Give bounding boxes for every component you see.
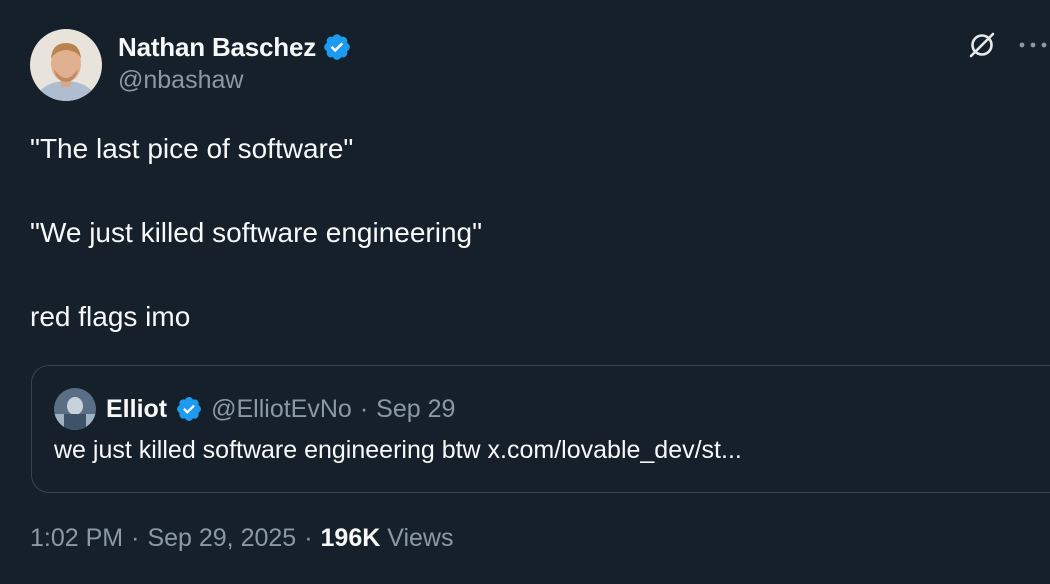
verified-badge-icon xyxy=(322,32,352,62)
tweet-meta-row: 1:02 PM · Sep 29, 2025 · 196K Views xyxy=(30,524,453,553)
tweet-line: "The last pice of software" xyxy=(30,133,354,164)
author-handle[interactable]: @nbashaw xyxy=(118,66,243,95)
meta-separator: · xyxy=(304,524,313,552)
grok-icon[interactable] xyxy=(966,29,998,61)
quote-separator: · xyxy=(359,394,369,423)
quote-author-avatar[interactable] xyxy=(54,388,96,430)
tweet-time[interactable]: 1:02 PM xyxy=(30,524,123,553)
tweet-date[interactable]: Sep 29, 2025 xyxy=(147,524,296,553)
views-label: Views xyxy=(387,524,454,552)
quote-author-name[interactable]: Elliot xyxy=(106,395,167,424)
author-avatar[interactable] xyxy=(30,29,102,101)
quote-verified-badge-icon xyxy=(175,395,203,423)
tweet-line: "We just killed software engineering" xyxy=(30,217,483,248)
author-name[interactable]: Nathan Baschez xyxy=(118,32,316,63)
quote-date[interactable]: Sep 29 xyxy=(376,395,455,424)
quoted-tweet-card[interactable]: Elliot @ElliotEvNo · Sep 29 we just kill… xyxy=(31,365,1050,493)
quote-author-handle[interactable]: @ElliotEvNo xyxy=(211,395,352,424)
tweet-line: red flags imo xyxy=(30,301,191,332)
meta-separator: · xyxy=(131,524,140,552)
more-options-icon[interactable] xyxy=(1016,28,1050,62)
views-count: 196K xyxy=(320,524,381,552)
tweet-text: "The last pice of software" "We just kil… xyxy=(30,128,1020,338)
quote-text: we just killed software engineering btw … xyxy=(54,436,742,464)
